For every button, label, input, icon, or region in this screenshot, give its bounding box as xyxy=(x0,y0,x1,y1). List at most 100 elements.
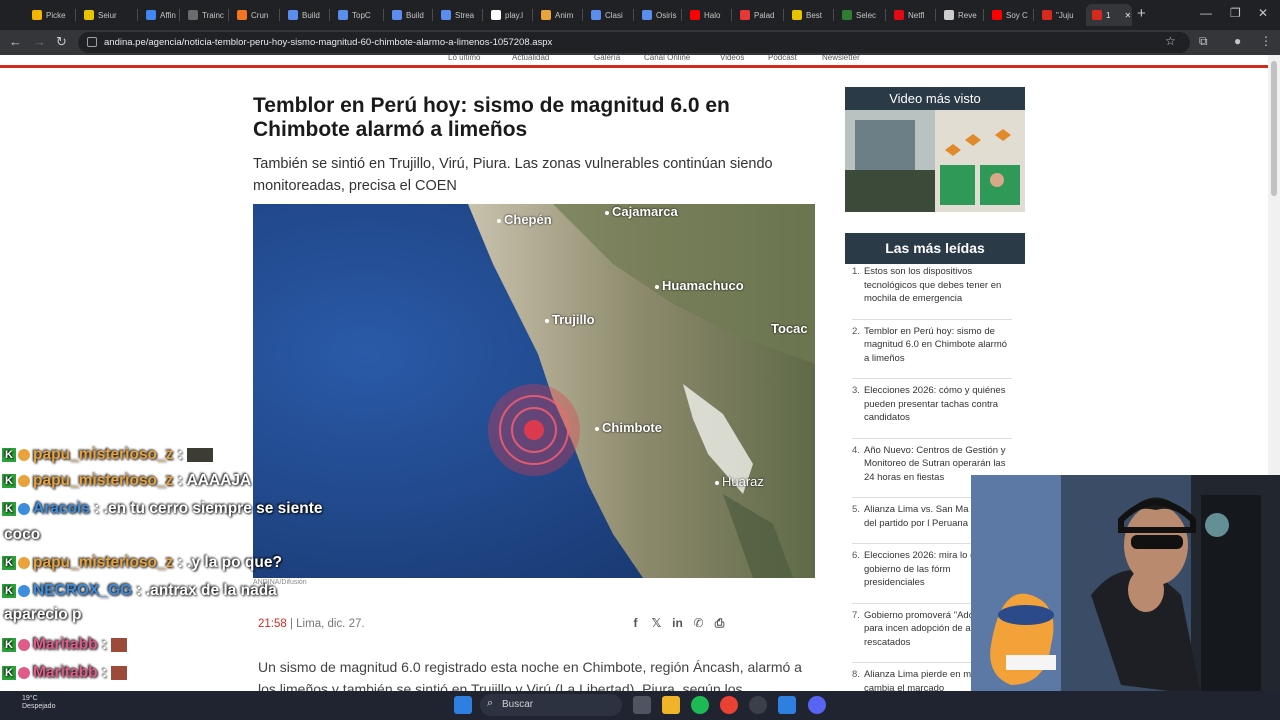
scrollbar-thumb[interactable] xyxy=(1271,61,1277,196)
back-icon[interactable]: ← xyxy=(9,34,22,49)
notepad-icon[interactable] xyxy=(778,696,796,714)
minimize-icon[interactable]: — xyxy=(1200,6,1212,20)
task-view-icon[interactable] xyxy=(633,696,651,714)
map-label-tocache: Tocac xyxy=(771,321,808,336)
browser-tab[interactable]: Anim xyxy=(535,4,581,26)
maximize-icon[interactable]: ❐ xyxy=(1230,6,1241,20)
tab-separator xyxy=(983,9,984,21)
new-tab-button[interactable]: + xyxy=(1137,5,1146,22)
address-bar[interactable]: andina.pe/agencia/noticia-temblor-peru-h… xyxy=(78,32,1190,53)
tab-favicon-icon xyxy=(237,10,247,20)
taskbar-search[interactable]: ⌕ Buscar xyxy=(480,694,622,716)
tab-separator xyxy=(432,9,433,21)
close-window-icon[interactable]: ✕ xyxy=(1258,6,1268,20)
map-label-huaraz: Huaraz xyxy=(715,474,764,489)
browser-tab[interactable]: Picke xyxy=(26,4,74,26)
tab-separator xyxy=(1033,9,1034,21)
tab-separator xyxy=(833,9,834,21)
browser-toolbar: ← → ↻ andina.pe/agencia/noticia-temblor-… xyxy=(0,30,1280,55)
browser-tab[interactable]: Build xyxy=(386,4,431,26)
profile-icon[interactable]: ● xyxy=(1234,34,1241,48)
linkedin-icon[interactable]: in xyxy=(670,616,685,631)
discord-icon[interactable] xyxy=(808,696,826,714)
browser-tab[interactable]: TopC xyxy=(332,4,382,26)
browser-tab[interactable]: "Juju xyxy=(1036,4,1082,26)
bookmark-star-icon[interactable]: ☆ xyxy=(1165,34,1176,48)
forward-icon[interactable]: → xyxy=(33,34,46,49)
user-badge-icon xyxy=(18,666,30,679)
browser-tab[interactable]: Palad xyxy=(734,4,782,26)
browser-tab[interactable]: Best xyxy=(786,4,832,26)
browser-tab[interactable]: Reve xyxy=(938,4,982,26)
browser-tab[interactable]: Affin xyxy=(140,4,178,26)
browser-tab[interactable]: Clasi xyxy=(585,4,632,26)
reload-icon[interactable]: ↻ xyxy=(56,34,67,50)
browser-tab[interactable]: Selec xyxy=(836,4,884,26)
site-nav-item[interactable]: Actualidad xyxy=(512,55,549,62)
weather-widget[interactable]: 19°C Despejado xyxy=(22,695,55,711)
print-icon[interactable]: ⎙ xyxy=(712,616,727,631)
site-nav-item[interactable]: Newsletter xyxy=(822,55,860,62)
browser-tab[interactable]: Trainc xyxy=(182,4,227,26)
chrome-icon[interactable] xyxy=(720,696,738,714)
browser-tab[interactable]: Osiris xyxy=(636,4,680,26)
site-nav-item[interactable]: Podcast xyxy=(768,55,797,62)
article-time: 21:58 xyxy=(258,618,287,630)
chat-message: Kpapu_misterioso_z : .y la po que? xyxy=(2,554,282,572)
chat-message: K Aracois : .en tu cerro siempre se sient… xyxy=(2,500,322,518)
site-info-icon[interactable] xyxy=(87,37,97,47)
extensions-icon[interactable]: ⧉ xyxy=(1199,34,1208,49)
chat-username: NECROX_GG xyxy=(33,582,133,599)
user-badge-icon xyxy=(18,502,30,515)
most-read-item[interactable]: 1. Estos son los dispositivos tecnológico… xyxy=(852,265,1012,320)
article-subheadline: También se sintió en Trujillo, Virú, Piu… xyxy=(253,156,773,194)
chat-message: Kpapu_misterioso_z : AAAAJA xyxy=(2,472,251,490)
map-label-huamachuco: Huamachuco xyxy=(655,278,744,293)
steam-icon[interactable] xyxy=(749,696,767,714)
browser-tab[interactable]: Crun xyxy=(231,4,278,26)
menu-icon[interactable]: ⋮ xyxy=(1260,34,1272,48)
tab-separator xyxy=(532,9,533,21)
tab-favicon-icon xyxy=(441,10,451,20)
tab-favicon-icon xyxy=(591,10,601,20)
file-explorer-icon[interactable] xyxy=(662,696,680,714)
streamer-webcam xyxy=(971,475,1280,695)
site-nav-item[interactable]: Galería xyxy=(594,55,620,62)
most-read-item[interactable]: 3. Elecciones 2026: cómo y quiénes pueden… xyxy=(852,384,1012,439)
url-text[interactable]: andina.pe/agencia/noticia-temblor-peru-h… xyxy=(104,37,552,48)
tab-separator xyxy=(731,9,732,21)
most-read-item[interactable]: 2. Temblor en Perú hoy: sismo de magnitud… xyxy=(852,325,1012,379)
browser-tab[interactable]: Netfl xyxy=(888,4,934,26)
tab-label: "Juju xyxy=(1056,10,1074,20)
browser-tab[interactable]: Soy C xyxy=(986,4,1032,26)
chat-username: Maritabb xyxy=(33,664,98,681)
browser-tab[interactable]: Build xyxy=(282,4,328,26)
share-bar: f 𝕏 in ✆ ⎙ xyxy=(628,616,727,631)
browser-tab[interactable]: Halo xyxy=(684,4,730,26)
browser-tab[interactable]: Strea xyxy=(435,4,481,26)
browser-tab[interactable]: Seiur xyxy=(78,4,136,26)
start-icon[interactable] xyxy=(454,696,472,714)
video-thumbnail[interactable] xyxy=(845,110,1025,212)
kick-badge-icon: K xyxy=(2,665,16,680)
site-nav-item[interactable]: Canal Online xyxy=(644,55,690,62)
tab-label: Crun xyxy=(251,10,269,20)
close-tab-icon[interactable]: ✕ xyxy=(1124,11,1131,20)
browser-tab[interactable]: 1 ✕ xyxy=(1086,4,1132,26)
tab-label: Soy C xyxy=(1006,10,1028,20)
spotify-icon[interactable] xyxy=(691,696,709,714)
chat-text: : .antrax de la nada xyxy=(136,582,277,599)
site-nav-item[interactable]: Videos xyxy=(720,55,744,62)
map-label-trujillo: Trujillo xyxy=(545,312,595,327)
tab-favicon-icon xyxy=(740,10,750,20)
browser-tab[interactable]: play.l xyxy=(485,4,531,26)
x-icon[interactable]: 𝕏 xyxy=(649,616,664,631)
facebook-icon[interactable]: f xyxy=(628,616,643,631)
chat-message: aparecio p xyxy=(4,606,82,624)
video-section-title: Video más visto xyxy=(845,87,1025,110)
tab-favicon-icon xyxy=(288,10,298,20)
whatsapp-icon[interactable]: ✆ xyxy=(691,616,706,631)
tab-label: Build xyxy=(302,10,320,20)
chat-message: coco xyxy=(4,526,40,544)
site-nav-item[interactable]: Lo último xyxy=(448,55,480,62)
